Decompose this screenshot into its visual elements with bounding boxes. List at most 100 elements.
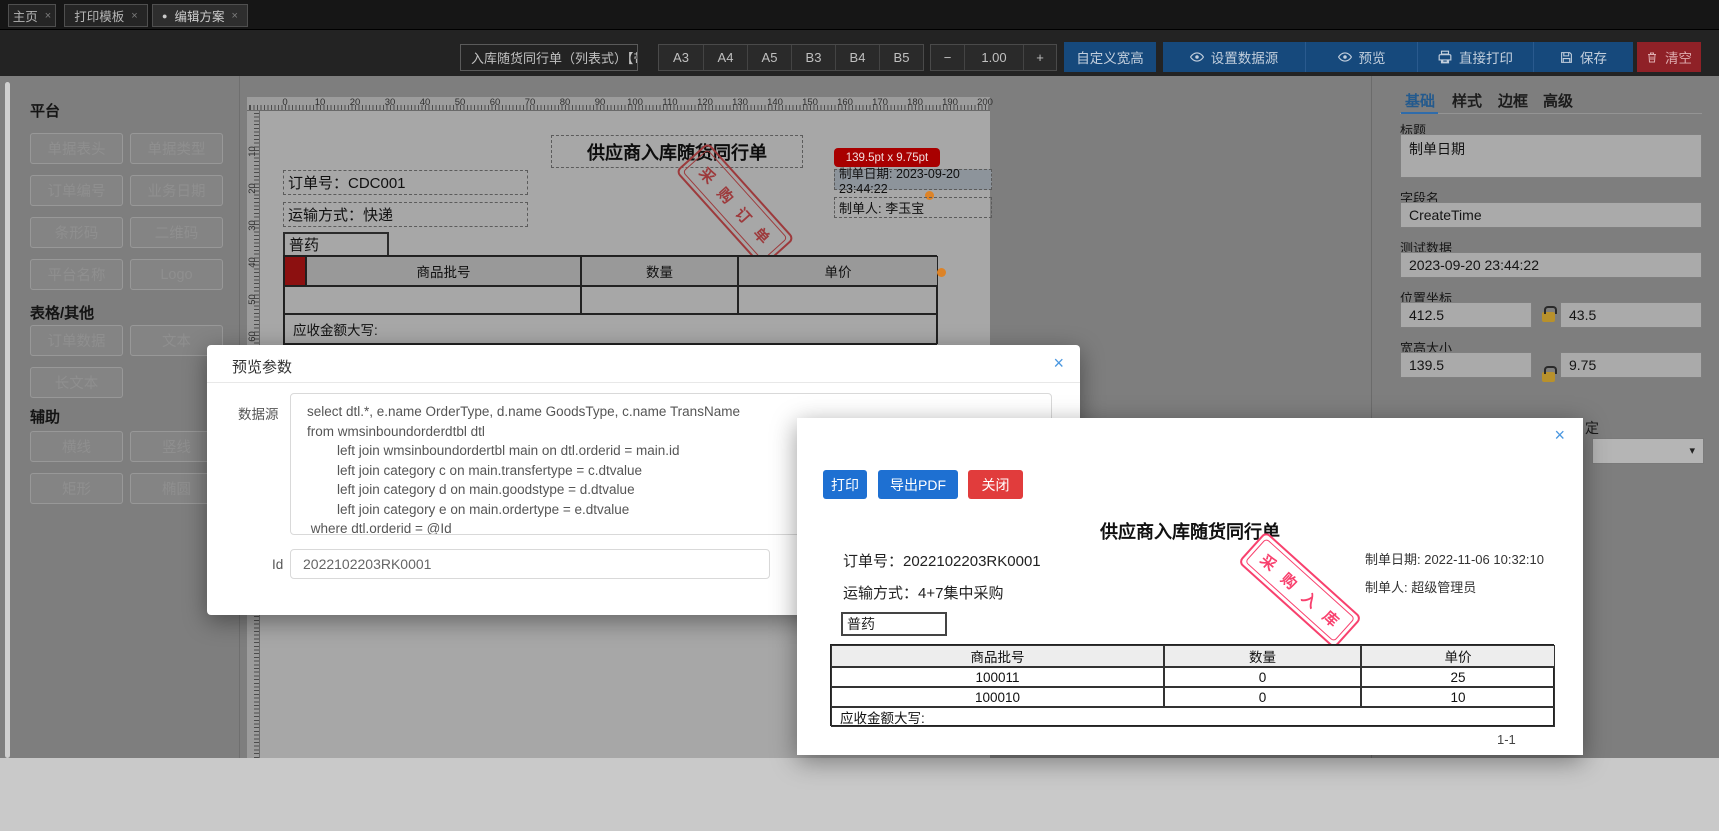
size-b3-button[interactable]: B3 — [791, 45, 835, 70]
preview-label: 预览 — [1358, 51, 1386, 66]
doc-table-header-batch: 商品批号 — [306, 256, 581, 286]
position-y-input[interactable]: 43.5 — [1560, 302, 1702, 328]
size-a5-button[interactable]: A5 — [747, 45, 791, 70]
tab-print-template[interactable]: 打印模板 × — [64, 4, 148, 27]
preview-transport: 运输方式：4+7集中采购 — [843, 585, 1004, 602]
direct-print-button[interactable]: 直接打印 — [1417, 42, 1533, 72]
doc-drug-type-element[interactable]: 普药 — [283, 232, 389, 257]
preview-doc-title: 供应商入库随货同行单 — [1100, 522, 1280, 542]
tab-edit-scheme[interactable]: ● 编辑方案 × — [152, 4, 248, 27]
close-icon[interactable]: × — [1554, 426, 1565, 444]
close-icon[interactable]: × — [1053, 354, 1064, 372]
section-title-table-other: 表格/其他 — [30, 305, 95, 322]
preview-stamp-purchase-inbound: 采购入库 — [1237, 530, 1363, 650]
widget-hline-button[interactable]: 横线 — [30, 431, 123, 462]
export-pdf-button[interactable]: 导出PDF — [878, 470, 958, 499]
table-cell: 0 — [1164, 687, 1361, 707]
ruler-h-number: 190 — [942, 97, 958, 108]
doc-table-empty-cell — [738, 286, 938, 314]
ruler-h-number: 130 — [732, 97, 748, 108]
panel-active-tab-indicator — [1401, 112, 1438, 114]
eye-icon — [1189, 50, 1204, 64]
custom-size-label: 自定义宽高 — [1076, 51, 1144, 66]
width-input[interactable]: 139.5 — [1400, 352, 1532, 378]
datasource-label: 数据源 — [238, 407, 279, 422]
doc-create-date-element-selected[interactable]: 制单日期: 2023-09-20 23:44:22 — [834, 167, 992, 196]
widget-doc-header-button[interactable]: 单据表头 — [30, 133, 123, 164]
ruler-h-number: 200 — [977, 97, 993, 108]
modal-header: 预览参数 × — [207, 345, 1080, 383]
size-a4-button[interactable]: A4 — [703, 45, 747, 70]
widget-doc-type-button[interactable]: 单据类型 — [130, 133, 223, 164]
doc-order-no-element[interactable]: 订单号：CDC001 — [283, 170, 528, 195]
panel-tab-style[interactable]: 样式 — [1452, 90, 1482, 111]
widget-qrcode-button[interactable]: 二维码 — [130, 217, 223, 248]
ruler-h-number: 90 — [594, 97, 606, 108]
section-title-auxiliary: 辅助 — [30, 409, 61, 426]
size-a3-button[interactable]: A3 — [659, 45, 703, 70]
doc-title-element[interactable]: 供应商入库随货同行单 — [551, 135, 803, 168]
widget-order-no-button[interactable]: 订单编号 — [30, 175, 123, 206]
lock-icon[interactable] — [1542, 306, 1557, 322]
test-data-input[interactable]: 2023-09-20 23:44:22 — [1400, 252, 1702, 278]
ruler-h-number: 180 — [907, 97, 923, 108]
eye-icon — [1337, 50, 1352, 64]
save-button[interactable]: 保存 — [1533, 42, 1633, 72]
widget-platform-name-button[interactable]: 平台名称 — [30, 259, 123, 290]
id-label: Id — [272, 557, 284, 572]
print-button[interactable]: 打印 — [823, 470, 867, 499]
toolbar: 入库随货同行单（列表式）【带 A3 A4 A5 B3 B4 B5 − 1.00 … — [0, 30, 1719, 76]
widget-rect-button[interactable]: 矩形 — [30, 473, 123, 504]
close-icon[interactable]: × — [131, 10, 137, 22]
size-b4-button[interactable]: B4 — [835, 45, 879, 70]
partially-hidden-select[interactable]: ▾ — [1592, 438, 1704, 464]
ruler-h-number: 140 — [767, 97, 783, 108]
ruler-h-number: 50 — [454, 97, 466, 108]
chevron-down-icon: ▾ — [1689, 445, 1695, 457]
title-field-input[interactable]: 制单日期 — [1400, 134, 1702, 178]
set-datasource-button[interactable]: 设置数据源 — [1163, 42, 1305, 72]
preview-button[interactable]: 预览 — [1305, 42, 1417, 72]
drag-handle[interactable] — [937, 268, 946, 277]
close-preview-button[interactable]: 关闭 — [968, 470, 1023, 499]
widget-logo-button[interactable]: Logo — [130, 259, 223, 290]
ruler-h-number: 170 — [872, 97, 888, 108]
doc-table[interactable]: 商品批号 数量 单价 应收金额大写: — [283, 255, 938, 345]
clear-button[interactable]: 清空 — [1637, 42, 1701, 72]
widget-biz-date-button[interactable]: 业务日期 — [130, 175, 223, 206]
id-input[interactable]: 2022102203RK0001 — [290, 549, 770, 579]
close-icon[interactable]: × — [232, 10, 238, 22]
widget-barcode-button[interactable]: 条形码 — [30, 217, 123, 248]
height-input[interactable]: 9.75 — [1560, 352, 1702, 378]
doc-creator-element[interactable]: 制单人: 李玉宝 — [834, 197, 992, 218]
doc-transport-element[interactable]: 运输方式：快递 — [283, 202, 528, 227]
widget-long-text-button[interactable]: 长文本 — [30, 367, 123, 398]
active-dot-icon: ● — [162, 10, 168, 21]
ruler-h-number: 120 — [697, 97, 713, 108]
table-cell: 0 — [1164, 667, 1361, 687]
ruler-h-number: 30 — [384, 97, 396, 108]
close-icon[interactable]: × — [45, 10, 51, 22]
ruler-h-number: 10 — [314, 97, 326, 108]
template-name-input[interactable]: 入库随货同行单（列表式）【带 — [460, 44, 638, 71]
lock-icon[interactable] — [1542, 366, 1557, 382]
zoom-value[interactable]: 1.00 — [964, 45, 1023, 70]
panel-tab-advanced[interactable]: 高级 — [1543, 90, 1573, 111]
panel-tab-basic[interactable]: 基础 — [1405, 90, 1435, 111]
ruler-h-number: 20 — [349, 97, 361, 108]
clear-label: 清空 — [1665, 51, 1692, 66]
table-cell: 25 — [1361, 667, 1555, 687]
preview-table-header-price: 单价 — [1361, 645, 1555, 667]
position-x-input[interactable]: 412.5 — [1400, 302, 1532, 328]
custom-size-button[interactable]: 自定义宽高 — [1064, 42, 1156, 72]
zoom-out-button[interactable]: − — [931, 45, 964, 70]
tab-home[interactable]: 主页 × — [8, 4, 56, 27]
ruler-h-number: 110 — [662, 97, 678, 108]
widget-order-data-button[interactable]: 订单数据 — [30, 325, 123, 356]
table-cell: 100011 — [831, 667, 1164, 687]
field-name-input[interactable]: CreateTime — [1400, 202, 1702, 228]
zoom-in-button[interactable]: + — [1023, 45, 1056, 70]
size-b5-button[interactable]: B5 — [879, 45, 923, 70]
print-preview-modal: × 打印 导出PDF 关闭 供应商入库随货同行单 订单号：2022102203R… — [797, 418, 1583, 755]
panel-tab-border[interactable]: 边框 — [1498, 90, 1528, 111]
